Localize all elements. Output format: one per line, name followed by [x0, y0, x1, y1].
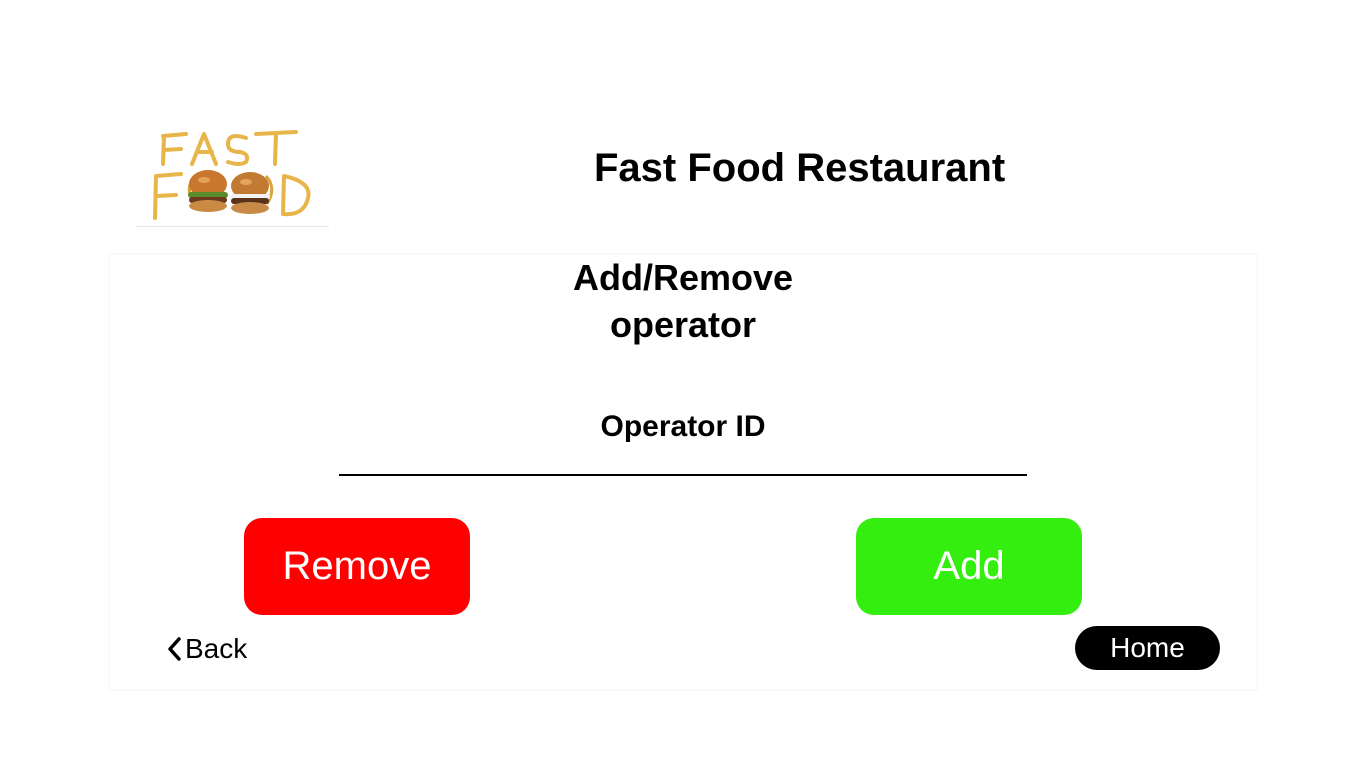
back-link[interactable]: Back [165, 630, 247, 668]
form-title-line1: Add/Remove [572, 257, 794, 298]
chevron-left-icon [165, 636, 183, 662]
page: Fast Food Restaurant Add/Remove operator… [0, 0, 1366, 760]
remove-button[interactable]: Remove [244, 518, 470, 615]
back-label: Back [185, 633, 248, 664]
form-title-line2: operator [609, 304, 757, 345]
operator-id-input[interactable] [339, 440, 1027, 476]
add-button[interactable]: Add [856, 518, 1082, 615]
operator-id-label: Operator ID [600, 410, 766, 443]
fast-food-logo [136, 126, 329, 227]
fast-food-logo-image [153, 130, 311, 220]
app-title: Fast Food Restaurant [594, 146, 1006, 190]
home-button[interactable]: Home [1075, 626, 1220, 670]
form-title: Add/Remove operator [0, 254, 1366, 348]
